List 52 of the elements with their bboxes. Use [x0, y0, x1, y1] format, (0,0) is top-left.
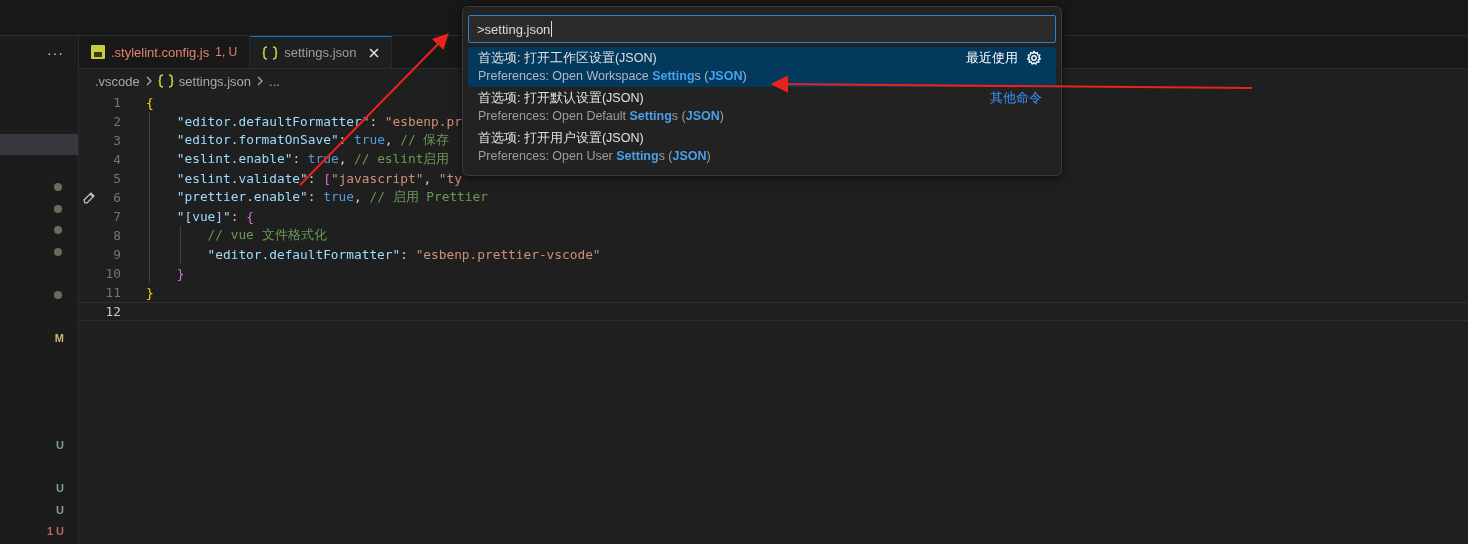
line-number: 12 [104, 304, 121, 319]
git-status: 1 U [46, 525, 64, 538]
git-status: M [54, 331, 64, 344]
code-line: // vue 文件格式化 [207, 227, 327, 244]
recently-used-label: 最近使用 [966, 49, 1018, 67]
command-description: Preferences: Open Default Settings (JSON) [478, 108, 725, 125]
command-item[interactable]: 首选项: 打开用户设置(JSON) Preferences: Open User Settings (JSON) [468, 127, 1056, 167]
line-number: 6 [112, 190, 121, 205]
js-file-icon [91, 45, 105, 59]
more-actions-icon[interactable]: ··· [47, 44, 64, 61]
chevron-right-icon [256, 76, 265, 86]
breadcrumb-item[interactable]: settings.json [178, 73, 252, 89]
other-commands-link[interactable]: 其他命令 [990, 89, 1042, 107]
line-number: 7 [112, 209, 121, 224]
code-line: "prettier.enable": true, // 启用 Prettier [176, 189, 488, 206]
breadcrumb-item[interactable]: .vscode [95, 73, 140, 89]
command-description: Preferences: Open Workspace Settings (JSON) [478, 68, 748, 85]
status-dot-icon [54, 290, 62, 299]
line-number: 11 [104, 285, 121, 300]
code-line: "editor.defaultFormatter": "esbenp.prettier-vscode" [207, 247, 601, 262]
line-number: 3 [112, 133, 121, 148]
code-line: { [146, 95, 154, 110]
code-line: "[vue]": { [176, 209, 254, 224]
command-description: Preferences: Open User Settings (JSON) [478, 148, 712, 165]
status-dot-icon [54, 204, 62, 213]
code-line: "eslint.validate": ["javascript", "ty [176, 171, 462, 186]
close-icon[interactable] [368, 47, 379, 58]
git-status: U [56, 439, 64, 452]
command-input[interactable]: >setting.json [468, 15, 1056, 43]
line-number: 5 [112, 171, 121, 186]
status-dot-icon [54, 183, 62, 192]
git-status: U [56, 482, 64, 495]
editor-tab[interactable]: settings.json [250, 36, 392, 68]
breadcrumb-item[interactable]: ... [269, 73, 280, 89]
code-line: } [176, 266, 185, 281]
code-line: } [146, 285, 154, 300]
code-line: "editor.formatOnSave": true, // 保存 [176, 132, 450, 149]
chevron-right-icon [144, 76, 153, 86]
line-number: 8 [112, 228, 121, 243]
status-dot-icon [54, 247, 62, 256]
command-item[interactable]: 首选项: 打开工作区设置(JSON) 最近使用 Preferences: Open Workspace Settings (JSON) [468, 47, 1056, 87]
line-number: 1 [112, 95, 121, 110]
command-item[interactable]: 首选项: 打开默认设置(JSON) 其他命令 Preferences: Open Default Settings (JSON) [468, 87, 1056, 127]
line-number: 10 [104, 266, 121, 281]
line-number: 4 [112, 152, 121, 167]
braces-icon [262, 45, 279, 60]
git-status: U [56, 503, 64, 516]
settings-icon[interactable] [1026, 50, 1042, 66]
status-dot-icon [54, 226, 62, 235]
line-number: 2 [112, 114, 121, 129]
braces-icon [157, 74, 174, 88]
line-number: 9 [112, 247, 121, 262]
